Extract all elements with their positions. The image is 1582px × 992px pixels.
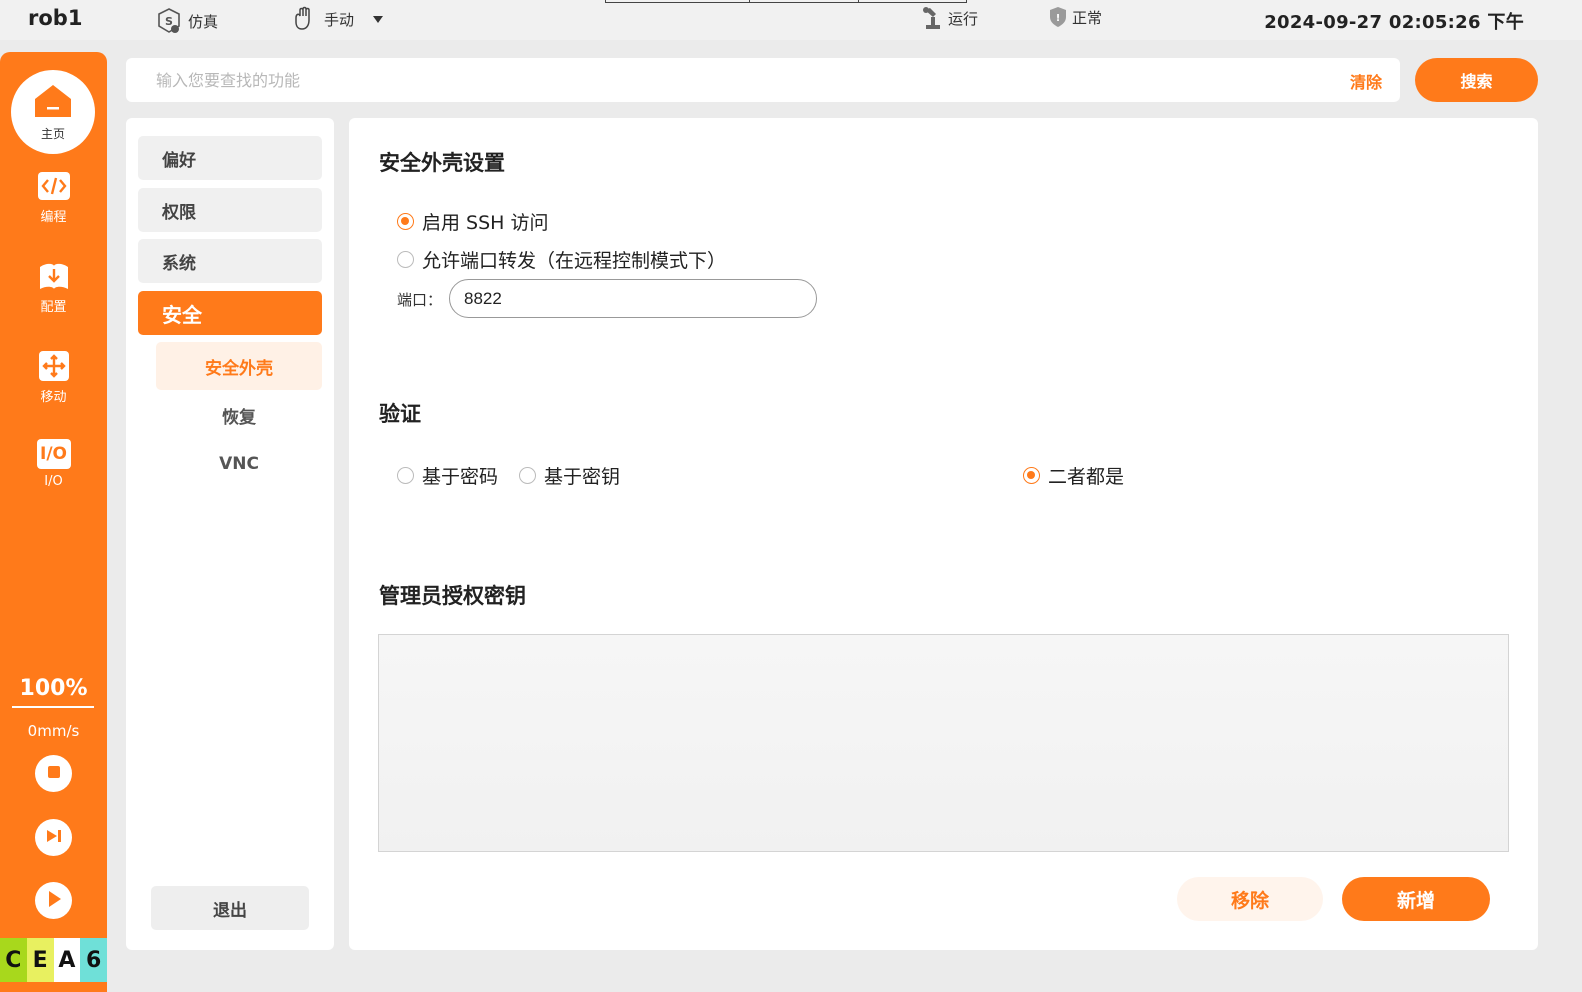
code-icon [36,170,72,202]
simulation-mode[interactable]: S 仿真 [154,6,218,36]
simulation-icon: S [154,6,184,36]
stop-button[interactable] [35,755,72,792]
hand-icon [290,6,320,32]
manual-mode-dropdown[interactable]: 手动 [290,6,384,32]
rail-item-io[interactable]: I/O I/O [0,438,107,489]
home-label: 主页 [40,126,65,141]
port-forward-option[interactable]: 允许端口转发（在远程控制模式下） [397,246,726,273]
play-button[interactable] [35,882,72,919]
rail-item-label: 配置 [40,300,67,315]
robot-arm-icon [922,6,944,30]
svg-text:S: S [165,15,173,28]
rail-item-label: 移动 [40,390,67,405]
download-icon [36,260,72,292]
stop-icon [47,764,61,783]
status-chip-6: 6 [80,938,107,982]
rail-item-move[interactable]: 移动 [0,350,107,405]
search-bar: 清除 [126,58,1400,102]
velocity-readout: 0mm/s [27,722,80,740]
home-button[interactable]: 主页 [11,70,95,154]
authentication-title: 验证 [379,402,421,426]
status-chip-c: C [0,938,27,982]
sub-item-secure-shell[interactable]: 安全外壳 [156,342,322,390]
port-label: 端口： [397,291,443,309]
auth-both-option[interactable]: 二者都是 [1023,462,1124,489]
manual-mode-label: 手动 [324,10,355,29]
step-forward-icon [45,828,63,848]
auth-key-option[interactable]: 基于密钥 [519,462,620,489]
status-chip-e: E [26,938,54,982]
shield-icon: ! [1048,6,1068,28]
top-bar: rob1 S 仿真 手动 运行 ! 正常 2024-09-27 02:05:26… [0,0,1582,40]
search-input[interactable] [156,68,1306,92]
secure-shell-panel: 安全外壳设置 启用 SSH 访问 允许端口转发（在远程控制模式下） 端口： 验证… [349,118,1538,950]
auth-both-radio[interactable] [1023,467,1040,484]
rail-item-label: 编程 [40,210,67,225]
hidden-tab-strip [605,0,967,3]
auth-both-label: 二者都是 [1048,466,1125,488]
auth-key-radio[interactable] [519,467,536,484]
speed-percent[interactable]: 100% [0,676,107,701]
home-icon [33,83,73,123]
sub-item-vnc[interactable]: VNC [156,440,322,488]
remove-key-button[interactable]: 移除 [1177,877,1323,921]
run-state-label: 运行 [948,9,979,28]
enable-ssh-label: 启用 SSH 访问 [422,212,549,234]
left-rail: 主页 编程 配置 移动 I/O I/O 100% 0mm/s [0,52,107,992]
ssh-settings-title: 安全外壳设置 [379,151,505,175]
menu-item-security[interactable]: 安全 [138,291,322,335]
port-input[interactable] [449,279,817,318]
safety-state: ! 正常 [1048,6,1102,28]
move-icon [36,350,72,382]
speed-underline [12,706,94,708]
status-chip-a: A [53,938,81,982]
auth-password-label: 基于密码 [422,466,499,488]
authorized-keys-title: 管理员授权密钥 [379,584,526,608]
auth-password-option[interactable]: 基于密码 [397,462,498,489]
port-forward-radio[interactable] [397,251,414,268]
simulation-label: 仿真 [188,12,219,31]
play-icon [46,890,62,912]
svg-text:!: ! [1056,13,1061,24]
enable-ssh-radio[interactable] [397,213,414,230]
step-button[interactable] [35,819,72,856]
menu-item-preferences[interactable]: 偏好 [138,136,322,180]
auth-password-radio[interactable] [397,467,414,484]
datetime: 2024-09-27 02:05:26 下午 [1264,12,1524,33]
status-chips: C E A 6 [0,938,107,982]
add-key-button[interactable]: 新增 [1342,877,1490,921]
safety-state-label: 正常 [1072,8,1103,27]
authorized-keys-list[interactable] [378,634,1509,852]
io-glyph: I/O [36,439,71,469]
sub-item-recovery[interactable]: 恢复 [156,391,322,439]
menu-item-permissions[interactable]: 权限 [138,188,322,232]
port-forward-label: 允许端口转发（在远程控制模式下） [422,250,727,272]
search-button[interactable]: 搜索 [1415,58,1538,102]
robot-name[interactable]: rob1 [28,6,82,30]
rail-item-label: I/O [44,474,63,489]
run-state: 运行 [922,6,978,30]
rail-item-program[interactable]: 编程 [0,170,107,225]
clear-button[interactable]: 清除 [1350,69,1382,93]
auth-key-label: 基于密钥 [544,466,621,488]
chevron-down-icon [372,14,384,24]
io-icon: I/O [36,438,72,470]
enable-ssh-option[interactable]: 启用 SSH 访问 [397,208,549,235]
menu-item-system[interactable]: 系统 [138,239,322,283]
rail-item-config[interactable]: 配置 [0,260,107,315]
settings-menu: 偏好 权限 系统 安全 安全外壳 恢复 VNC 退出 [126,118,334,950]
logout-button[interactable]: 退出 [151,886,309,930]
